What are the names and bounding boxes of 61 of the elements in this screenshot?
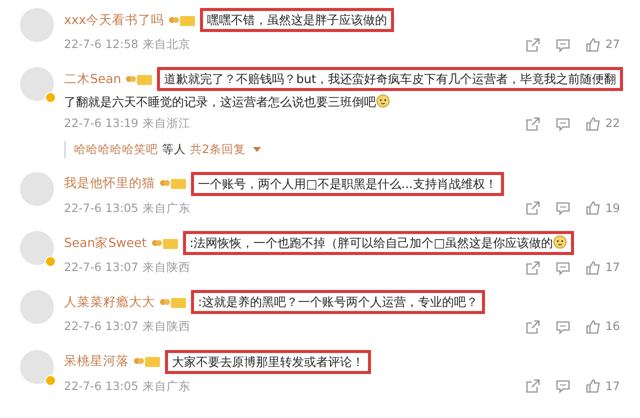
like-count: 19 (605, 200, 620, 217)
like-icon[interactable] (585, 378, 602, 394)
fan-badge-icon (125, 72, 154, 86)
comment-icon[interactable] (555, 260, 572, 276)
comment-icon[interactable] (555, 318, 572, 335)
comment-text: 一个账号，两个人用□不是职黑是什么...支持肖战维权！ (191, 172, 504, 196)
comment-location: 来自陕西 (142, 259, 190, 276)
comment-text: 嘿嘿不错，虽然这是胖子应该做的 (200, 8, 394, 32)
fan-badge-icon (159, 296, 187, 309)
username[interactable]: 我是他怀里的猫 (64, 174, 155, 194)
like-count: 17 (605, 378, 620, 394)
comment-text: 大家不要去原博那里转发或者评论！ (165, 350, 371, 374)
like-icon[interactable] (585, 260, 602, 276)
share-icon[interactable] (525, 378, 542, 394)
share-icon[interactable] (525, 36, 542, 53)
comment-location: 来自北京 (142, 36, 190, 53)
comment-icon[interactable] (555, 36, 572, 53)
comment-icon[interactable] (555, 378, 572, 394)
comment-time: 22-7-6 12:58 (64, 36, 138, 53)
username[interactable]: 呆桃星河落 (64, 352, 129, 371)
username[interactable]: xxx今天看书了吗 (64, 10, 164, 30)
comment-location: 来自浙江 (142, 115, 190, 132)
share-icon[interactable] (525, 200, 542, 216)
comment-time: 22-7-6 13:05 (64, 200, 138, 217)
share-icon[interactable] (525, 260, 542, 276)
avatar (20, 8, 54, 42)
reply-text: 等人 (162, 140, 186, 158)
username[interactable]: 人菜菜籽瘾大大 (64, 292, 155, 312)
comment-location: 来自陕西 (142, 318, 190, 336)
like-count: 16 (605, 318, 620, 336)
avatar (20, 290, 54, 324)
comment-icon[interactable] (555, 116, 572, 132)
comment-location: 来自广东 (142, 200, 190, 217)
comment-time: 22-7-6 13:19 (64, 115, 138, 132)
like-count: 27 (605, 36, 620, 53)
comment-text: 了翻就是六天不睡觉的记录，这运营者怎么说也要三班倒吧 (64, 95, 376, 110)
comment-time: 22-7-6 13:07 (64, 318, 138, 336)
like-icon[interactable] (585, 116, 602, 132)
share-icon[interactable] (525, 116, 542, 132)
reply-count[interactable]: 共2条回复 (190, 140, 246, 158)
comment-location: 来自广东 (142, 378, 190, 394)
comment-time: 22-7-6 13:07 (64, 259, 138, 276)
comment-time: 22-7-6 13:05 (64, 378, 138, 394)
fan-badge-icon (150, 236, 179, 250)
like-icon[interactable] (585, 200, 602, 216)
username[interactable]: Sean家Sweet (64, 234, 147, 252)
comment-text: :法网恢恢，一个也跑不掉（胖可以给自己加个□虽然这是你应该做的 (182, 231, 574, 255)
like-icon[interactable] (585, 36, 602, 53)
comment-text: 道歉就完了？不赔钱吗？but，我还蛮好奇疯车皮下有几个运营者，毕竟我之前随便翻 (157, 67, 624, 92)
fan-badge-icon (133, 355, 161, 368)
comment-text: :这就是养的黑吧？一个账号两个人运营，专业的吧？ (191, 290, 486, 314)
fan-badge-icon (159, 177, 187, 190)
username[interactable]: 二木Sean (64, 70, 122, 89)
fan-badge-icon (168, 14, 196, 26)
comment-icon[interactable] (555, 200, 572, 216)
like-count: 22 (605, 115, 620, 132)
share-icon[interactable] (525, 318, 542, 335)
like-icon[interactable] (585, 318, 602, 335)
reply-user[interactable]: 哈哈哈哈哈笑吧 (74, 140, 158, 158)
avatar (20, 172, 54, 206)
like-count: 17 (605, 259, 620, 276)
